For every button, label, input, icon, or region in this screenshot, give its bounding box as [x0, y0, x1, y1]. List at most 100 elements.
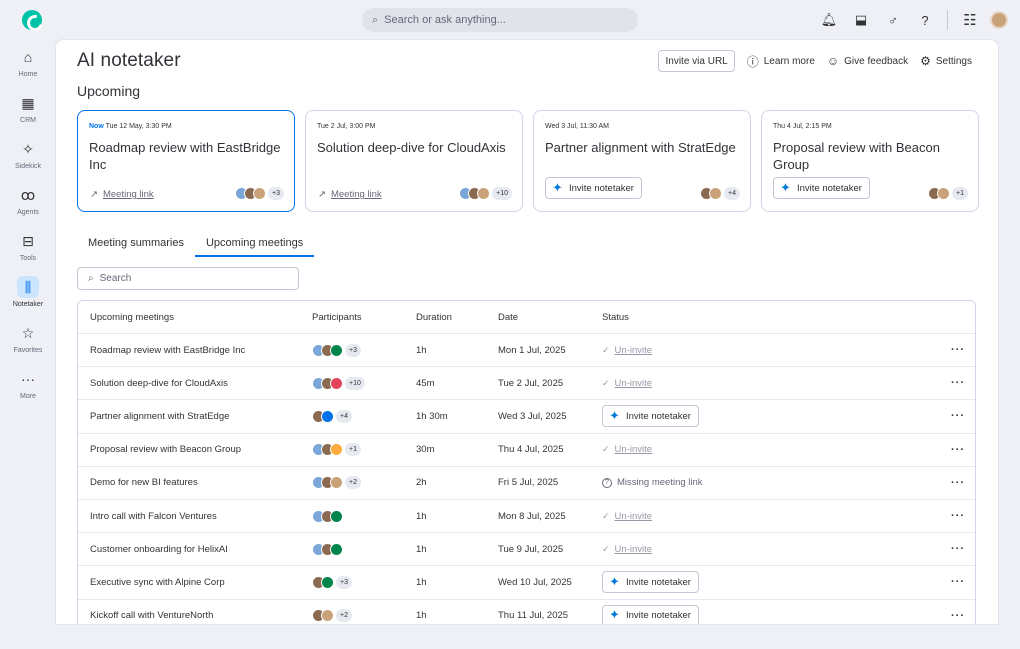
meeting-card-date-text: Thu 4 Jul, 2:15 PM	[773, 123, 832, 130]
external-link-icon: ↗	[90, 189, 98, 200]
meeting-card-date-text: Wed 3 Jul, 11:30 AM	[545, 123, 609, 130]
settings-button[interactable]: ⚙ Settings	[920, 54, 972, 68]
participants-cell	[312, 509, 343, 523]
duration-cell: 1h	[416, 610, 427, 622]
row-menu-icon[interactable]: ···	[951, 610, 965, 622]
inbox-icon[interactable]: ⬓	[849, 8, 873, 32]
global-search-input[interactable]: ⌕ Search or ask anything...	[362, 8, 638, 32]
invite-notetaker-button[interactable]: Invite notetaker	[602, 571, 699, 594]
table-search-input[interactable]: ⌕ Search	[77, 267, 299, 290]
toolbox-icon: ⊟	[22, 232, 34, 249]
un-invite-link[interactable]: Un-invite	[615, 544, 653, 555]
un-invite-link[interactable]: Un-invite	[615, 345, 653, 356]
meeting-card[interactable]: Now Tue 12 May, 3:30 PM Roadmap review wi…	[77, 110, 295, 212]
top-bar: ⌕ Search or ask anything... 🔔︎ ⬓ ♂ ? ☷	[0, 0, 1020, 40]
agents-icon: ꝏ	[20, 186, 36, 203]
meeting-name: Customer onboarding for HelixAI	[90, 543, 228, 555]
help-icon[interactable]: ?	[913, 8, 937, 32]
un-invite-link[interactable]: Un-invite	[615, 378, 653, 389]
gear-icon: ⚙	[920, 54, 931, 68]
table-row[interactable]: Solution deep-dive for CloudAxis +10 45m Tu…	[78, 367, 975, 401]
un-invite-link[interactable]: Un-invite	[615, 444, 653, 455]
invite-member-icon[interactable]: ♂	[881, 8, 905, 32]
star-icon: ☆	[21, 324, 35, 341]
table-row[interactable]: Proposal review with Beacon Group +1 30m Th…	[78, 434, 975, 467]
table-row[interactable]: Roadmap review with EastBridge Inc +3 1h Mo…	[78, 334, 975, 368]
table-row[interactable]: Demo for new BI features +2 2h Fri 5 Jul, 2…	[78, 467, 975, 500]
table-row[interactable]: Customer onboarding for HelixAI 1h Tue 9 J…	[78, 533, 975, 567]
rail-item-label: CRM	[20, 117, 36, 124]
tab-meeting-summaries[interactable]: Meeting summaries	[77, 234, 195, 257]
help-circle-icon: ⓘ	[746, 54, 759, 69]
row-menu-icon[interactable]: ···	[951, 576, 965, 588]
table-row[interactable]: Intro call with Falcon Ventures 1h Mon 8 J…	[78, 500, 975, 534]
meeting-name: Kickoff call with VentureNorth	[90, 610, 214, 622]
avatar	[330, 476, 343, 490]
tabs: Meeting summaries Upcoming meetings	[77, 234, 315, 257]
rail-item-notetaker[interactable]: ⫼ Notetaker	[0, 270, 56, 316]
now-badge: Now	[89, 123, 104, 130]
meeting-card[interactable]: Thu 4 Jul, 2:15 PM Proposal review with B…	[761, 110, 979, 212]
participants-cell: +3	[312, 343, 361, 357]
meetings-table: Upcoming meetings Participants Duration …	[77, 300, 976, 624]
date-cell: Tue 9 Jul, 2025	[498, 543, 564, 555]
search-icon: ⌕	[372, 13, 379, 26]
learn-more-button[interactable]: ⓘ Learn more	[747, 53, 815, 70]
rail-item-label: Notetaker	[12, 301, 44, 308]
date-cell: Mon 8 Jul, 2025	[498, 510, 566, 522]
rail-item-crm[interactable]: ▦ CRM	[0, 86, 56, 132]
rail-item-sidekick[interactable]: ✧ Sidekick	[0, 132, 56, 178]
row-menu-icon[interactable]: ···	[951, 510, 965, 522]
check-icon: ✓	[602, 344, 610, 355]
rail-item-more[interactable]: ··· More	[0, 362, 56, 408]
meeting-link[interactable]: ↗ Meeting link	[90, 189, 154, 200]
rail-item-home[interactable]: ⌂ Home	[0, 40, 56, 86]
row-menu-icon[interactable]: ···	[951, 377, 965, 389]
give-feedback-button[interactable]: ☺ Give feedback	[827, 54, 908, 68]
app-logo-icon[interactable]	[22, 10, 42, 30]
invite-notetaker-button[interactable]: Invite notetaker	[602, 604, 699, 624]
table-row[interactable]: Partner alignment with StratEdge +4 1h 30m…	[78, 400, 975, 434]
invite-notetaker-button[interactable]: Invite notetaker	[773, 177, 870, 199]
meeting-card-title: Roadmap review with EastBridge Inc	[89, 140, 281, 172]
meeting-card-date: Now Tue 12 May, 3:30 PM	[89, 123, 172, 130]
missing-link-status: ? Missing meeting link	[602, 477, 703, 488]
un-invite-link[interactable]: Un-invite	[615, 511, 653, 522]
meeting-link[interactable]: ↗ Meeting link	[318, 189, 382, 200]
meeting-card-date: Wed 3 Jul, 11:30 AM	[545, 123, 609, 130]
date-cell: Thu 11 Jul, 2025	[498, 610, 569, 622]
meeting-card[interactable]: Wed 3 Jul, 11:30 AM Partner alignment wit…	[533, 110, 751, 212]
participants-cell: +10	[312, 376, 365, 390]
row-menu-icon[interactable]: ···	[951, 477, 965, 489]
bell-icon[interactable]: 🔔︎	[817, 8, 841, 32]
grid-icon: ▦	[21, 94, 35, 111]
more-participants-badge: +1	[345, 443, 361, 457]
user-avatar[interactable]	[990, 11, 1008, 29]
check-icon: ✓	[602, 444, 610, 455]
more-participants-badge: +10	[345, 376, 365, 390]
row-menu-icon[interactable]: ···	[951, 344, 965, 356]
table-row[interactable]: Executive sync with Alpine Corp +3 1h Wed 1…	[78, 566, 975, 600]
external-link-icon: ↗	[318, 189, 326, 200]
tab-upcoming-meetings[interactable]: Upcoming meetings	[194, 234, 315, 257]
meeting-card[interactable]: Tue 2 Jul, 3:00 PM Solution deep-dive for…	[305, 110, 523, 212]
header-participants: Participants	[312, 311, 362, 323]
avatar	[330, 343, 343, 357]
sparkle-icon: ✧	[22, 140, 34, 157]
row-menu-icon[interactable]: ···	[951, 543, 965, 555]
settings-label: Settings	[935, 55, 972, 67]
rail-item-label: Agents	[17, 209, 39, 216]
rail-item-tools[interactable]: ⊟ Tools	[0, 224, 56, 270]
rail-item-agents[interactable]: ꝏ Agents	[0, 178, 56, 224]
meeting-name: Demo for new BI features	[90, 477, 198, 489]
invite-via-url-button[interactable]: Invite via URL	[658, 50, 735, 72]
apps-grid-icon[interactable]: ☷	[958, 8, 982, 32]
invite-notetaker-button[interactable]: Invite notetaker	[545, 177, 642, 199]
invite-notetaker-button[interactable]: Invite notetaker	[602, 405, 699, 428]
row-menu-icon[interactable]: ···	[951, 410, 965, 422]
search-icon: ⌕	[88, 273, 94, 284]
row-menu-icon[interactable]: ···	[951, 444, 965, 456]
table-row[interactable]: Kickoff call with VentureNorth +2 1h Thu 11…	[78, 600, 975, 624]
rail-item-favorites[interactable]: ☆ Favorites	[0, 316, 56, 362]
status-cell: ✓ Un-invite	[602, 444, 652, 455]
